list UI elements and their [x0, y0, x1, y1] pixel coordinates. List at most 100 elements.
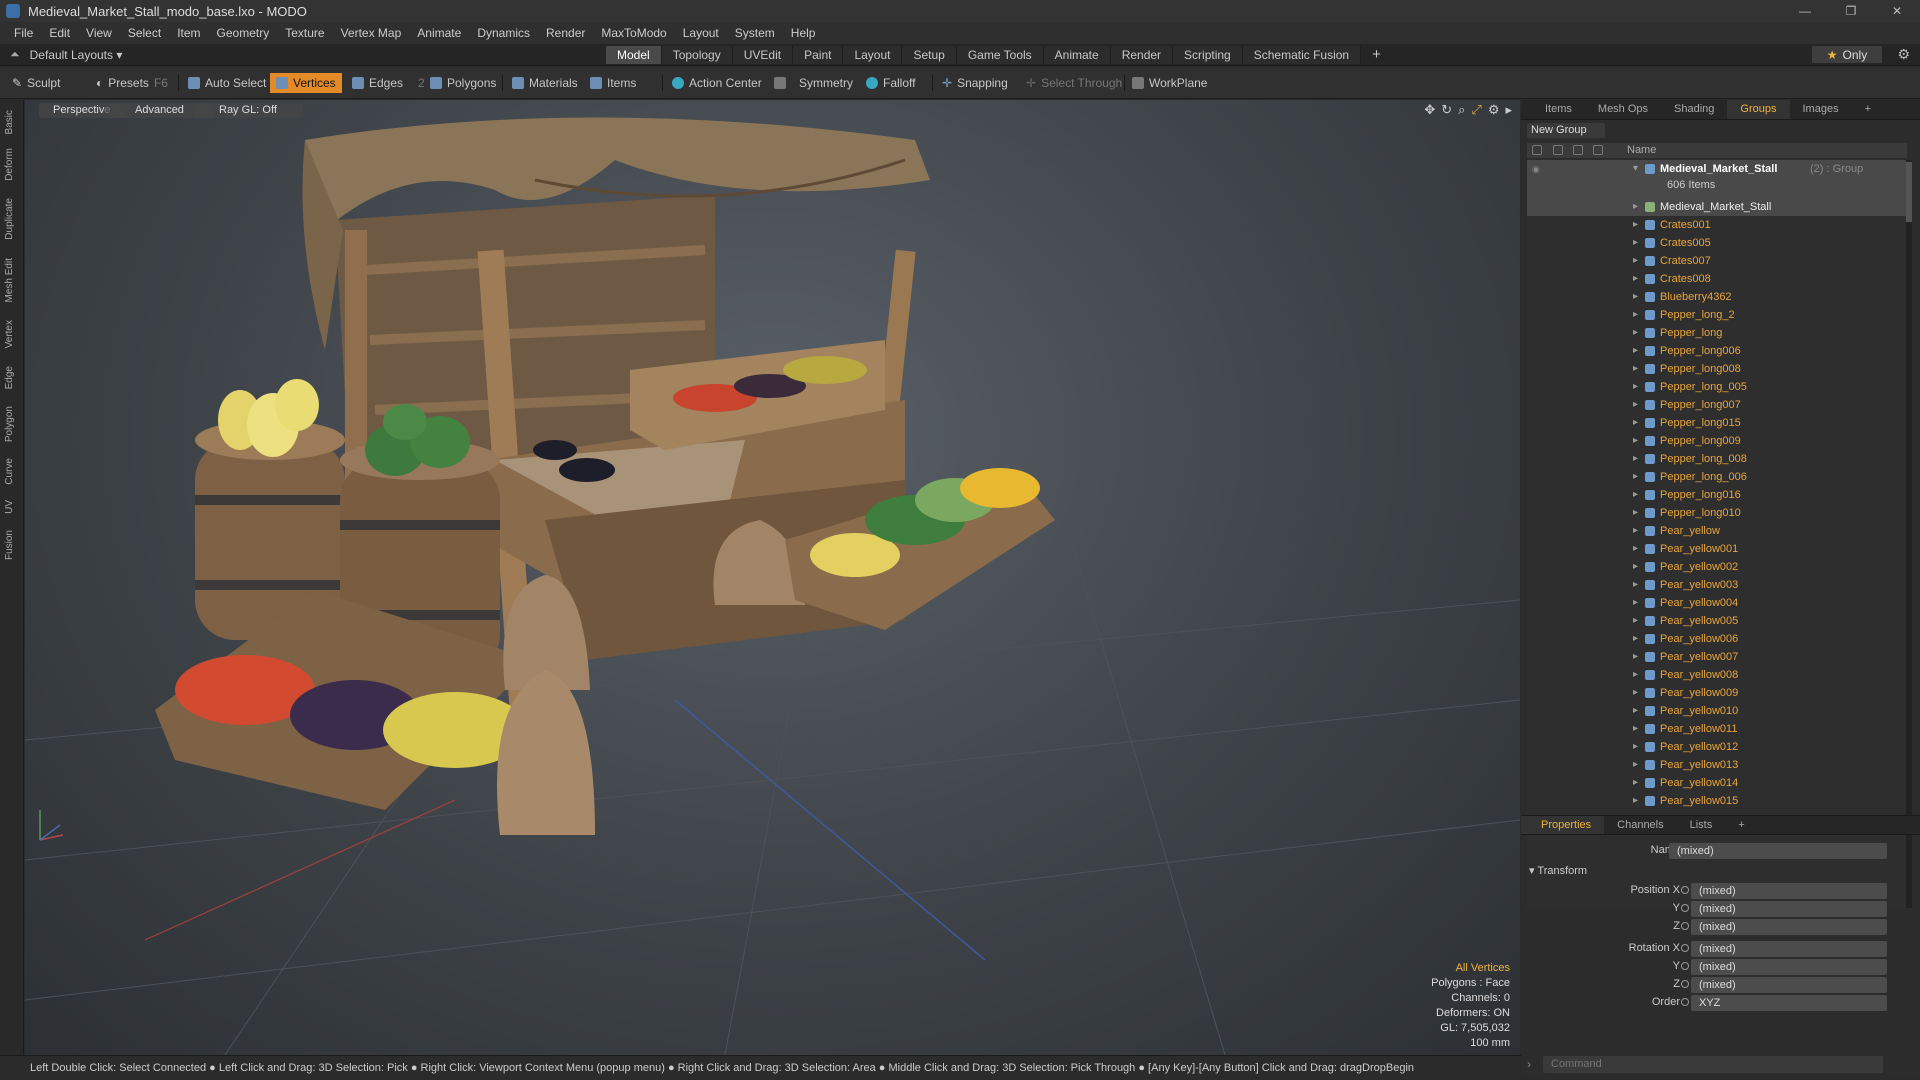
list-item[interactable]: ▸ Pepper_long008	[1527, 360, 1907, 378]
render-column-icon[interactable]	[1553, 145, 1563, 155]
list-item[interactable]: ▸ Pear_yellow	[1527, 522, 1907, 540]
list-item[interactable]: ▸ Pear_yellow003	[1527, 576, 1907, 594]
expand-icon[interactable]: ▸	[1633, 234, 1638, 252]
tab-properties[interactable]: Properties	[1521, 816, 1605, 834]
keyframe-icon[interactable]	[1681, 922, 1689, 930]
eye-icon[interactable]: ◉	[1532, 164, 1542, 174]
list-item[interactable]: ▸ Pepper_long010	[1527, 504, 1907, 522]
tab-layout[interactable]: Layout	[843, 46, 903, 64]
add-panel-tab-icon[interactable]: +	[1852, 100, 1884, 119]
rotation-z-field[interactable]: (mixed)	[1691, 977, 1887, 993]
tab-scripting[interactable]: Scripting	[1173, 46, 1243, 64]
expand-icon[interactable]: ▸	[1633, 342, 1638, 360]
expand-icon[interactable]: ▸	[1633, 756, 1638, 774]
keyframe-icon[interactable]	[1681, 904, 1689, 912]
menu-file[interactable]: File	[6, 26, 41, 40]
keyframe-icon[interactable]	[1681, 962, 1689, 970]
name-column-header[interactable]: Name	[1627, 144, 1656, 156]
list-item[interactable]: ▸ Crates005	[1527, 234, 1907, 252]
menu-dynamics[interactable]: Dynamics	[469, 26, 538, 40]
expand-icon[interactable]: ▸	[1633, 702, 1638, 720]
list-item[interactable]: ▸ Pear_yellow004	[1527, 594, 1907, 612]
menu-render[interactable]: Render	[538, 26, 593, 40]
strip-tab-edge[interactable]: Edge	[4, 366, 15, 389]
visibility-column-icon[interactable]	[1532, 145, 1542, 155]
menu-vertex-map[interactable]: Vertex Map	[333, 26, 410, 40]
3d-viewport[interactable]: Perspective Advanced Ray GL: Off ✥ ↻ ⌕ ⤢…	[25, 100, 1520, 1055]
tab-groups[interactable]: Groups	[1727, 100, 1790, 119]
keyframe-icon[interactable]	[1681, 886, 1689, 894]
expand-icon[interactable]: ▸	[1633, 612, 1638, 630]
expand-icon[interactable]: ▸	[1633, 288, 1638, 306]
polygons-button[interactable]: Polygons	[424, 73, 502, 93]
tab-setup[interactable]: Setup	[902, 46, 957, 64]
list-item[interactable]: ▸ Pepper_long016	[1527, 486, 1907, 504]
expand-icon[interactable]: ▸	[1633, 792, 1638, 810]
expand-icon[interactable]: ▸	[1633, 576, 1638, 594]
list-item[interactable]: ▸ Blueberry4362	[1527, 288, 1907, 306]
list-item[interactable]: ▸ Crates007	[1527, 252, 1907, 270]
list-item[interactable]: ▸ Medieval_Market_Stall	[1527, 198, 1907, 216]
menu-layout[interactable]: Layout	[675, 26, 727, 40]
expand-icon[interactable]: ▸	[1633, 720, 1638, 738]
vertices-button[interactable]: Vertices	[270, 73, 342, 93]
tab-schematic-fusion[interactable]: Schematic Fusion	[1242, 46, 1362, 64]
list-item[interactable]: ▸ Crates008	[1527, 270, 1907, 288]
keyframe-icon[interactable]	[1681, 998, 1689, 1006]
viewport-menu-icon[interactable]: ▸	[1505, 102, 1512, 118]
strip-tab-polygon[interactable]: Polygon	[4, 406, 15, 442]
strip-tab-uv[interactable]: UV	[4, 500, 15, 514]
expand-icon[interactable]: ▸	[1633, 252, 1638, 270]
expand-icon[interactable]: ▸	[1633, 738, 1638, 756]
tab-paint[interactable]: Paint	[793, 46, 844, 64]
only-button[interactable]: ★ Only	[1812, 46, 1882, 63]
groups-tree[interactable]: ◉ ▾ Medieval_Market_Stall (2) : Group 60…	[1527, 160, 1907, 908]
menu-edit[interactable]: Edit	[41, 26, 78, 40]
menu-select[interactable]: Select	[120, 26, 169, 40]
edges-button[interactable]: Edges 2	[346, 73, 431, 93]
list-item[interactable]: ▸ Pear_yellow008	[1527, 666, 1907, 684]
list-item[interactable]: ▸ Pear_yellow006	[1527, 630, 1907, 648]
tab-shading[interactable]: Shading	[1661, 100, 1727, 119]
menu-help[interactable]: Help	[783, 26, 824, 40]
position-x-field[interactable]: (mixed)	[1691, 883, 1887, 899]
strip-tab-mesh-edit[interactable]: Mesh Edit	[4, 258, 15, 302]
strip-tab-deform[interactable]: Deform	[4, 148, 15, 181]
tab-images[interactable]: Images	[1790, 100, 1852, 119]
pan-icon[interactable]: ✥	[1424, 102, 1435, 118]
strip-tab-duplicate[interactable]: Duplicate	[4, 198, 15, 240]
list-item[interactable]: ▸ Pear_yellow010	[1527, 702, 1907, 720]
auto-select-button[interactable]: Auto Select	[182, 73, 272, 93]
name-field[interactable]: (mixed)	[1669, 843, 1887, 859]
list-item[interactable]: ▸ Pear_yellow009	[1527, 684, 1907, 702]
list-item[interactable]: ▸ Pepper_long006	[1527, 342, 1907, 360]
tab-channels[interactable]: Channels	[1604, 816, 1676, 834]
strip-tab-fusion[interactable]: Fusion	[4, 530, 15, 560]
rotation-x-field[interactable]: (mixed)	[1691, 941, 1887, 957]
position-z-field[interactable]: (mixed)	[1691, 919, 1887, 935]
expand-icon[interactable]: ▸	[1633, 504, 1638, 522]
expand-icon[interactable]: ▸	[1633, 414, 1638, 432]
select-through-button[interactable]: ✛ Select Through	[1020, 73, 1128, 93]
tab-model[interactable]: Model	[606, 46, 662, 64]
expand-icon[interactable]: ▸	[1633, 198, 1638, 216]
rotation-order-select[interactable]: XYZ	[1691, 995, 1887, 1011]
expand-icon[interactable]: ▸	[1633, 486, 1638, 504]
keyframe-icon[interactable]	[1681, 944, 1689, 952]
strip-tab-vertex[interactable]: Vertex	[4, 320, 15, 348]
presets-button[interactable]: ◐ Presets F6	[90, 73, 174, 93]
sculpt-button[interactable]: ✎ Sculpt	[6, 73, 66, 93]
viewport-settings-icon[interactable]: ⚙	[1488, 102, 1500, 118]
expand-icon[interactable]: ▸	[1633, 558, 1638, 576]
lock-column-icon[interactable]	[1573, 145, 1583, 155]
tab-items[interactable]: Items	[1521, 100, 1585, 119]
strip-tab-basic[interactable]: Basic	[4, 110, 15, 134]
list-item[interactable]: ▸ Pear_yellow014	[1527, 774, 1907, 792]
list-item[interactable]: ▸ Pepper_long_005	[1527, 378, 1907, 396]
tab-game-tools[interactable]: Game Tools	[956, 46, 1044, 64]
scrollbar-thumb[interactable]	[1906, 162, 1912, 222]
add-properties-tab-icon[interactable]: +	[1725, 816, 1757, 834]
menu-maxtomodo[interactable]: MaxToModo	[593, 26, 674, 40]
select-column-icon[interactable]	[1593, 145, 1603, 155]
expand-icon[interactable]: ▸	[1633, 450, 1638, 468]
